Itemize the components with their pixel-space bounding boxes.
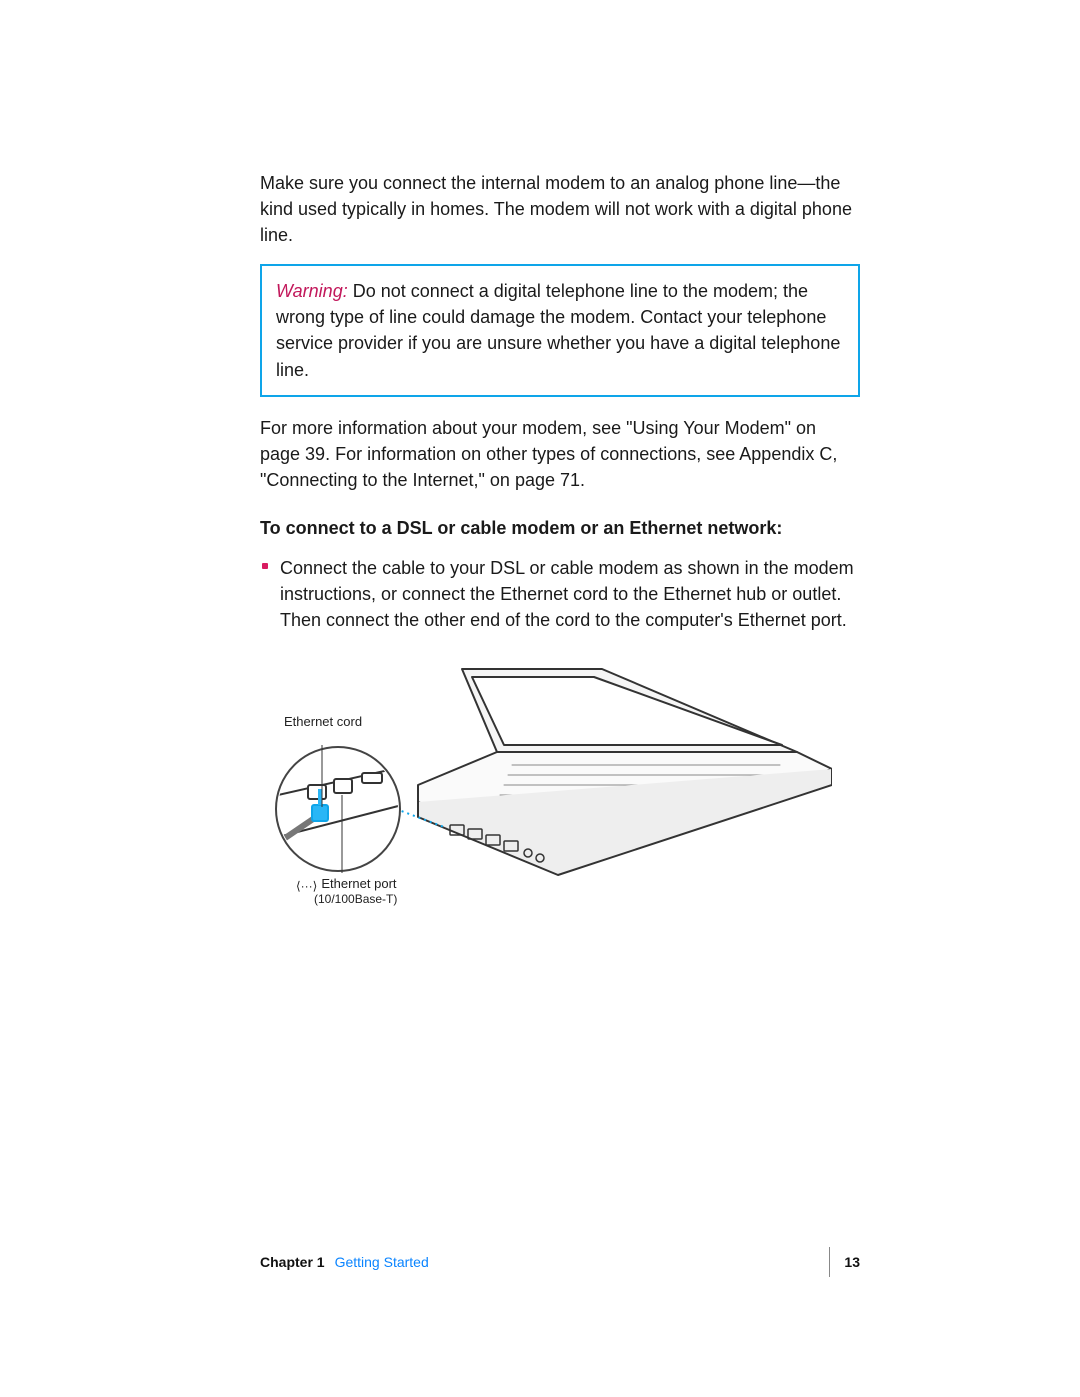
instruction-list: Connect the cable to your DSL or cable m… <box>260 555 860 633</box>
warning-label: Warning: <box>276 281 348 301</box>
footer-title: Getting Started <box>335 1252 429 1272</box>
warning-text: Do not connect a digital telephone line … <box>276 281 840 379</box>
footer-page-number: 13 <box>829 1247 860 1277</box>
figure-label-port-sub: (10/100Base-T) <box>314 891 397 908</box>
footer-chapter: Chapter 1 <box>260 1252 325 1272</box>
figure-label-cord: Ethernet cord <box>284 713 362 732</box>
page-content: Make sure you connect the internal modem… <box>0 0 1080 947</box>
intro-paragraph: Make sure you connect the internal modem… <box>260 170 860 248</box>
instruction-item: Connect the cable to your DSL or cable m… <box>260 555 860 633</box>
warning-callout: Warning: Do not connect a digital teleph… <box>260 264 860 396</box>
section-heading: To connect to a DSL or cable modem or an… <box>260 515 860 541</box>
more-info-paragraph: For more information about your modem, s… <box>260 415 860 493</box>
figure-label-port: Ethernet port <box>321 876 396 891</box>
ethernet-figure: Ethernet cord ⟨···⟩Ethernet port (10/100… <box>272 657 832 947</box>
page-footer: Chapter 1 Getting Started 13 <box>260 1247 860 1277</box>
